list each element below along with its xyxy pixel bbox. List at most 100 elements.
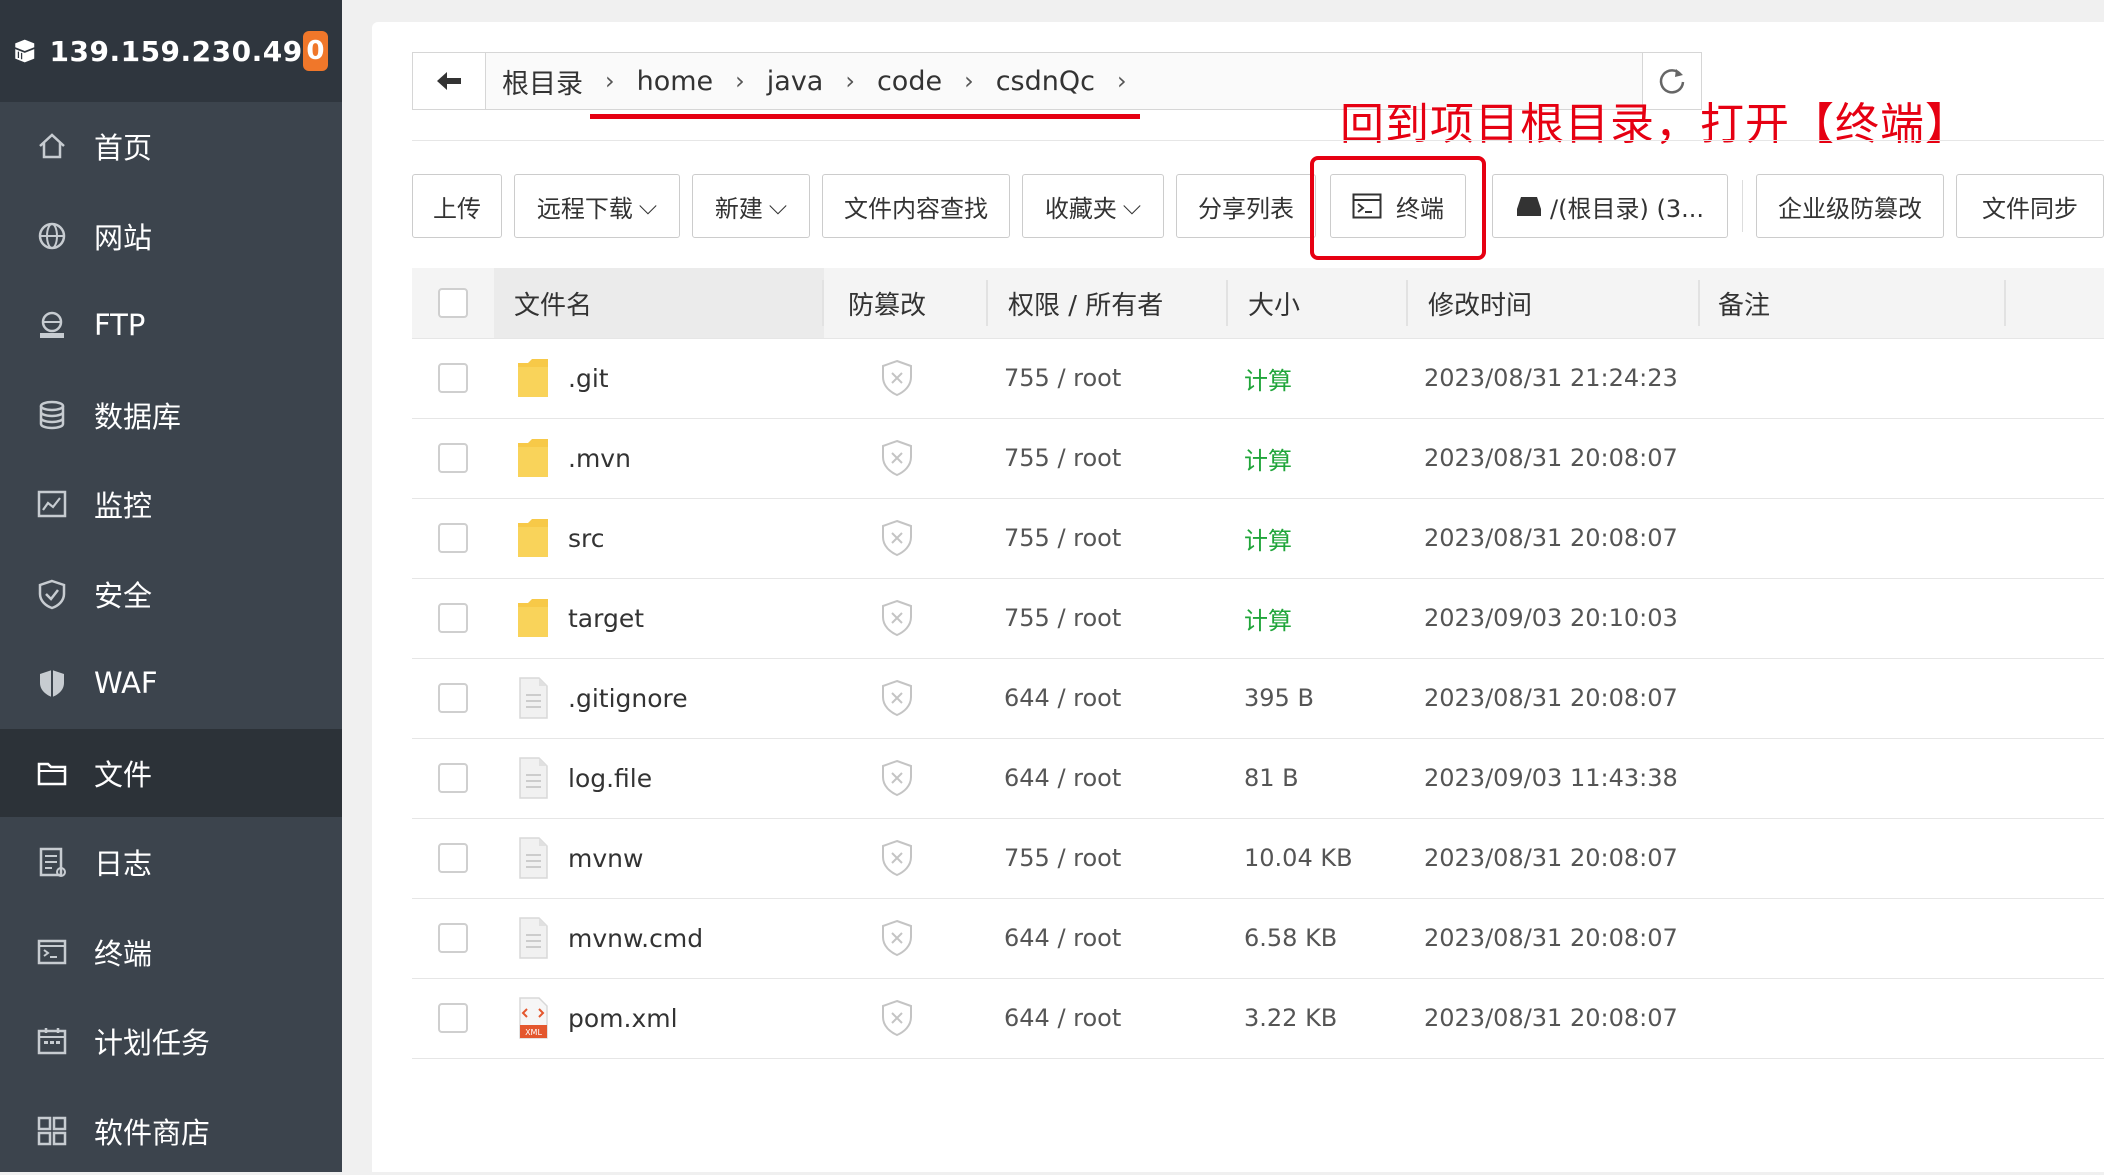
file-name-cell[interactable]: .gitignore (516, 658, 688, 738)
permission[interactable]: 755 / root (1004, 418, 1121, 498)
table-row[interactable]: log.file 644 / root 81 B 2023/09/03 11:43:3… (412, 738, 2104, 819)
header-name[interactable]: 文件名 (514, 268, 592, 338)
file-sync-button[interactable]: 文件同步 (1956, 174, 2104, 238)
apps-icon (36, 1115, 68, 1147)
row-checkbox[interactable] (438, 523, 468, 553)
permission[interactable]: 644 / root (1004, 978, 1121, 1058)
row-checkbox[interactable] (438, 363, 468, 393)
file-name[interactable]: .git (568, 364, 609, 393)
table-row[interactable]: target 755 / root 计算 2023/09/03 20:10:03 (412, 578, 2104, 659)
sidebar-item-7[interactable]: 文件 (0, 728, 342, 817)
remote-download-button[interactable]: 远程下载 ⌵ (514, 174, 680, 238)
row-checkbox[interactable] (438, 923, 468, 953)
file-name[interactable]: log.file (568, 764, 652, 793)
header-mtime[interactable]: 修改时间 (1428, 268, 1532, 338)
new-button[interactable]: 新建 ⌵ (692, 174, 810, 238)
tamper-button[interactable]: 企业级防篡改 (1756, 174, 1944, 238)
tamper-status[interactable] (880, 498, 914, 578)
table-row[interactable]: mvnw 755 / root 10.04 KB 2023/08/31 20:08:0… (412, 818, 2104, 899)
table-row[interactable]: .git 755 / root 计算 2023/08/31 21:24:23 (412, 338, 2104, 419)
table-row[interactable]: .mvn 755 / root 计算 2023/08/31 20:08:07 (412, 418, 2104, 499)
disk-button[interactable]: /(根目录) (3... (1492, 174, 1728, 238)
sidebar-item-9[interactable]: 终端 (0, 908, 342, 996)
permission[interactable]: 755 / root (1004, 498, 1121, 578)
share-list-button[interactable]: 分享列表 (1176, 174, 1316, 238)
permission[interactable]: 644 / root (1004, 738, 1121, 818)
breadcrumb-item[interactable]: 根目录 (502, 62, 583, 101)
header-size[interactable]: 大小 (1248, 268, 1300, 338)
breadcrumb-item[interactable]: home (637, 66, 714, 97)
row-checkbox[interactable] (438, 603, 468, 633)
file-size[interactable]: 计算 (1244, 578, 1292, 658)
sidebar-item-10[interactable]: 计划任务 (0, 997, 342, 1085)
tamper-status[interactable] (880, 578, 914, 658)
sidebar-item-11[interactable]: 软件商店 (0, 1087, 342, 1175)
row-checkbox[interactable] (438, 1003, 468, 1033)
file-name[interactable]: src (568, 524, 605, 553)
sidebar-item-2[interactable]: FTP (0, 281, 342, 369)
row-checkbox[interactable] (438, 843, 468, 873)
table-row[interactable]: .gitignore 644 / root 395 B 2023/08/31 20:0… (412, 658, 2104, 739)
row-checkbox[interactable] (438, 683, 468, 713)
tamper-status[interactable] (880, 978, 914, 1058)
sidebar-item-8[interactable]: 日志 (0, 818, 342, 906)
breadcrumb-item[interactable]: csdnQc (996, 66, 1095, 97)
file-name[interactable]: pom.xml (568, 1004, 678, 1033)
sidebar-item-label: 安全 (94, 578, 153, 613)
tamper-status[interactable] (880, 418, 914, 498)
tamper-status[interactable] (880, 658, 914, 738)
file-size: 6.58 KB (1244, 924, 1338, 952)
column-separator (2004, 280, 2006, 326)
modified-time: 2023/09/03 11:43:38 (1424, 764, 1678, 792)
file-name-cell[interactable]: .git (516, 338, 609, 418)
file-name-cell[interactable]: mvnw.cmd (516, 898, 703, 978)
tamper-status[interactable] (880, 738, 914, 818)
sidebar-item-1[interactable]: 网站 (0, 192, 342, 280)
file-size[interactable]: 计算 (1244, 338, 1292, 418)
row-checkbox[interactable] (438, 763, 468, 793)
select-all-checkbox[interactable] (438, 288, 468, 318)
sidebar-item-4[interactable]: 监控 (0, 460, 342, 548)
file-name-cell[interactable]: log.file (516, 738, 652, 818)
sidebar-item-3[interactable]: 数据库 (0, 371, 342, 459)
upload-button[interactable]: 上传 (412, 174, 502, 238)
file-size[interactable]: 计算 (1244, 498, 1292, 578)
breadcrumb-item[interactable]: java (767, 66, 824, 97)
row-checkbox[interactable] (438, 443, 468, 473)
sidebar-item-label: 监控 (94, 489, 153, 523)
file-name[interactable]: .mvn (568, 444, 631, 473)
file-size[interactable]: 计算 (1244, 418, 1292, 498)
tamper-status[interactable] (880, 898, 914, 978)
file-name-cell[interactable]: mvnw (516, 818, 643, 898)
permission[interactable]: 755 / root (1004, 338, 1121, 418)
sidebar-item-0[interactable]: 首页 (0, 102, 342, 190)
file-name[interactable]: .gitignore (568, 684, 688, 713)
file-name-cell[interactable]: XML pom.xml (516, 978, 678, 1058)
file-name-cell[interactable]: src (516, 498, 605, 578)
table-row[interactable]: mvnw.cmd 644 / root 6.58 KB 2023/08/31 20:0… (412, 898, 2104, 979)
permission[interactable]: 644 / root (1004, 898, 1121, 978)
permission[interactable]: 644 / root (1004, 658, 1121, 738)
favorites-button[interactable]: 收藏夹 ⌵ (1022, 174, 1164, 238)
back-button[interactable] (413, 53, 486, 109)
row-checkbox-cell (438, 338, 468, 418)
file-name[interactable]: mvnw (568, 844, 643, 873)
search-content-button[interactable]: 文件内容查找 (822, 174, 1010, 238)
file-name-cell[interactable]: target (516, 578, 644, 658)
sidebar-item-5[interactable]: 安全 (0, 550, 342, 638)
folder-icon (518, 519, 548, 557)
table-row[interactable]: XML pom.xml 644 / root 3.22 KB 2023/08/31 20… (412, 978, 2104, 1059)
sidebar-item-6[interactable]: WAF (0, 639, 342, 727)
file-name[interactable]: target (568, 604, 644, 633)
permission[interactable]: 755 / root (1004, 818, 1121, 898)
file-name[interactable]: mvnw.cmd (568, 924, 703, 953)
tamper-status[interactable] (880, 818, 914, 898)
permission[interactable]: 755 / root (1004, 578, 1121, 658)
table-row[interactable]: src 755 / root 计算 2023/08/31 20:08:07 (412, 498, 2104, 579)
breadcrumb-item[interactable]: code (877, 66, 942, 97)
file-name-cell[interactable]: .mvn (516, 418, 631, 498)
tamper-status[interactable] (880, 338, 914, 418)
sidebar-item-label: FTP (94, 308, 146, 342)
chevron-down-icon: ⌵ (1122, 192, 1142, 220)
notification-badge[interactable]: 0 (302, 31, 328, 71)
